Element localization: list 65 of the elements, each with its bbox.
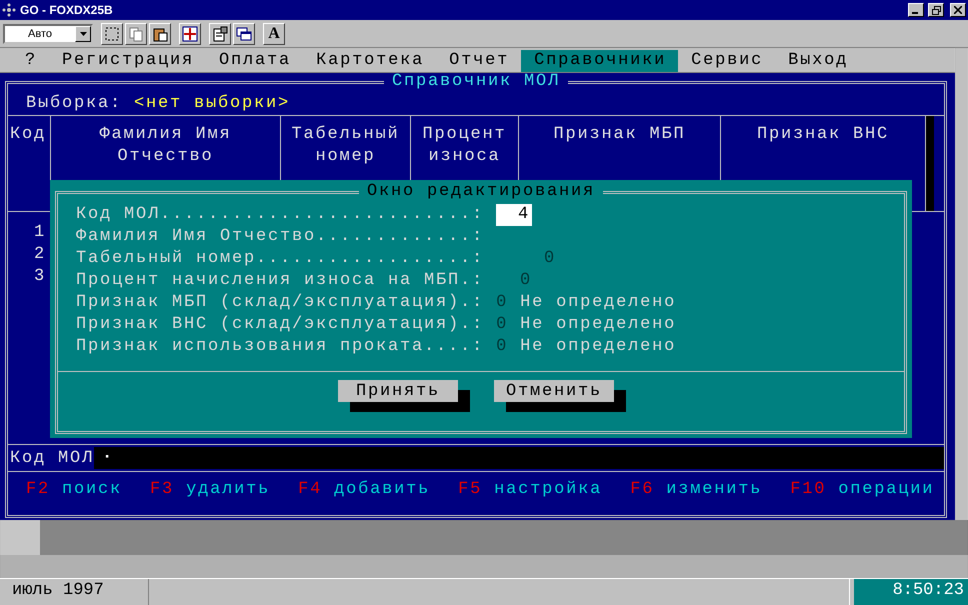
field-label: Признак ВНС (склад/эксплуатация).: [76, 314, 484, 336]
code-input-field[interactable]: 4 [496, 204, 532, 226]
document-icon [212, 26, 228, 42]
windows-icon [236, 26, 252, 42]
field-value: 0 [496, 336, 508, 358]
field-value: 0 [543, 248, 556, 270]
toolbar-button[interactable] [101, 22, 123, 44]
close-icon [954, 6, 962, 14]
font-size-dropdown[interactable]: Авто [3, 24, 93, 44]
menu-item[interactable]: Справочники [521, 50, 678, 72]
field-value: 0 [496, 292, 508, 314]
toolbar-button[interactable] [209, 22, 231, 44]
clipboard-icon [152, 26, 168, 42]
app-icon [2, 3, 16, 17]
dialog-button[interactable]: Отменить [494, 380, 614, 402]
menu-item[interactable]: Оплата [206, 50, 304, 72]
scrollbar-thumb[interactable] [0, 520, 40, 555]
status-clock: 8:50:23 [854, 579, 968, 605]
window-title: GO - FOXDX25B [20, 3, 114, 17]
lookup-label: Код МОЛ [9, 448, 94, 468]
menu-item[interactable]: Картотека [303, 50, 436, 72]
restore-icon [932, 6, 940, 14]
vertical-scrollbar[interactable] [955, 48, 968, 520]
lookup-field[interactable]: · [94, 447, 944, 469]
toolbar-button[interactable] [125, 22, 147, 44]
close-button[interactable] [950, 3, 966, 17]
field-label: Признак использования проката....: [76, 336, 484, 358]
function-key-hint[interactable]: F10 операции [790, 480, 934, 498]
filter-value: <нет выборки> [134, 94, 290, 112]
function-key-hint[interactable]: F4 добавить [298, 480, 430, 498]
field-label: Признак МБП (склад/эксплуатация).: [76, 292, 484, 314]
dialog-button[interactable]: Принять [338, 380, 458, 402]
pages-icon [128, 26, 144, 42]
field-label: Процент начисления износа на МБП.: [76, 270, 484, 292]
field-value: 0 [496, 314, 508, 336]
menu-item[interactable]: Сервис [678, 50, 776, 72]
table-cell-text: 1 [32, 222, 46, 244]
font-button[interactable]: A [263, 22, 285, 44]
dashed-square-icon [104, 26, 120, 42]
toolbar-button[interactable] [149, 22, 171, 44]
menu-item[interactable]: Отчет [436, 50, 522, 72]
table-cell-text: 3 [32, 266, 46, 288]
menu-item[interactable]: ? [12, 50, 50, 72]
field-label: Фамилия Имя Отчество.............: [76, 226, 484, 248]
status-date: июль 1997 [0, 579, 149, 605]
restore-button[interactable] [928, 3, 944, 17]
field-description: Не определено [520, 336, 676, 358]
field-label: Табельный номер..................: [76, 248, 484, 270]
toolbar-button[interactable] [179, 22, 201, 44]
toolbar-button[interactable] [233, 22, 255, 44]
field-description: Не определено [520, 314, 676, 336]
minimize-button[interactable] [908, 3, 924, 17]
function-key-hint[interactable]: F3 удалить [150, 480, 270, 498]
function-key-hint[interactable]: F2 поиск [26, 480, 122, 498]
caret-icon [80, 32, 86, 36]
function-key-hint[interactable]: F5 настройка [458, 480, 602, 498]
table-cell-text: 2 [32, 244, 46, 266]
field-description: Не определено [520, 292, 676, 314]
menu-item[interactable]: Выход [775, 50, 860, 72]
menu-item[interactable]: Регистрация [49, 50, 206, 72]
function-key-hint[interactable]: F6 изменить [630, 480, 762, 498]
filter-label: Выборка: [26, 94, 122, 112]
panel-title: Справочник МОЛ [392, 72, 560, 91]
horizontal-scrollbar[interactable] [0, 520, 968, 555]
field-value: 0 [519, 270, 532, 292]
